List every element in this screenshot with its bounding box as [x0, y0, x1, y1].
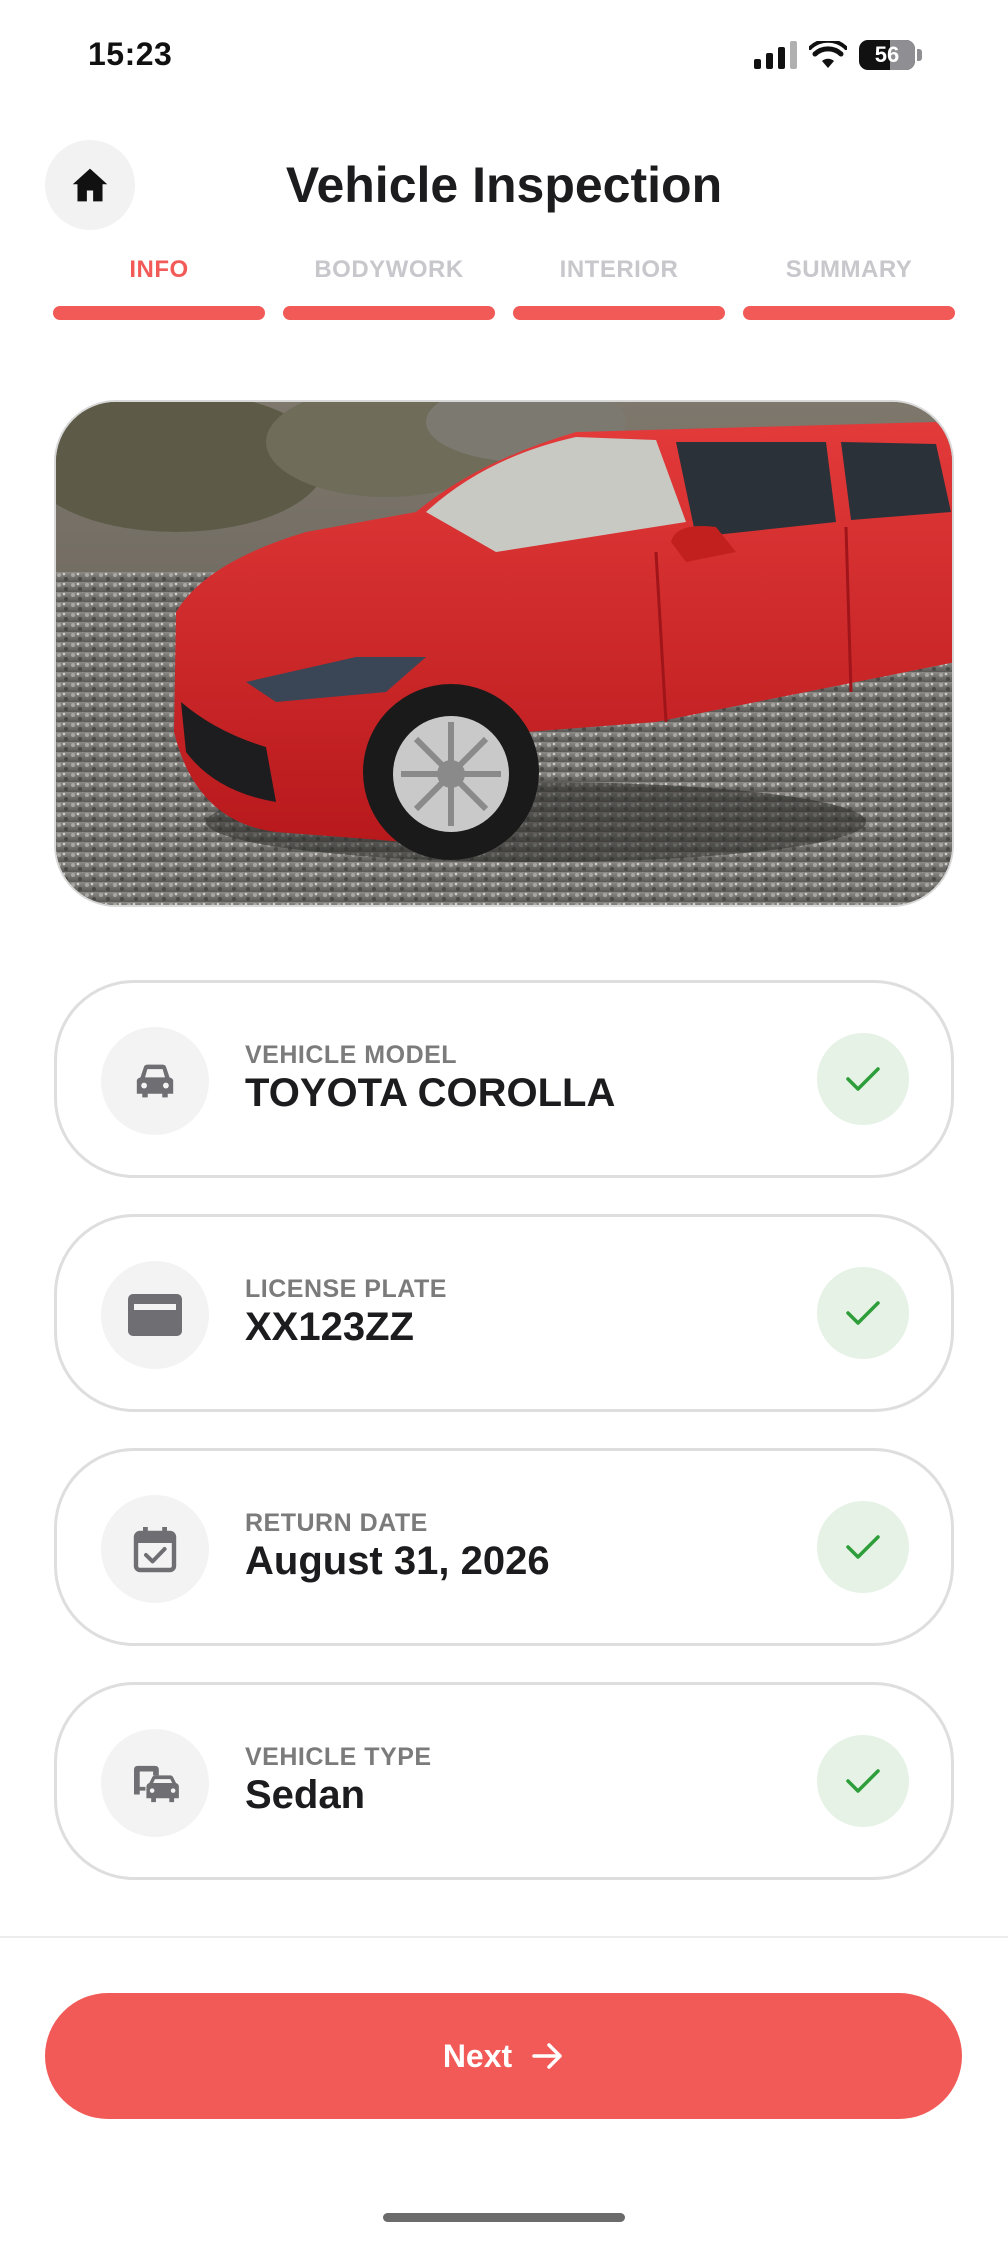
step-label: INFO	[129, 256, 189, 283]
page-title: Vehicle Inspection	[285, 157, 723, 213]
license-plate-card[interactable]: LICENSE PLATE XX123ZZ	[54, 1214, 954, 1412]
field-value: August 31, 2026	[245, 1539, 550, 1583]
home-indicator	[383, 2213, 625, 2222]
check-icon	[817, 1033, 909, 1125]
step-progress-bar	[743, 306, 955, 320]
wifi-icon	[809, 41, 847, 68]
car-type-icon	[101, 1729, 209, 1837]
footer-divider	[0, 1936, 1008, 1938]
field-label: RETURN DATE	[245, 1509, 428, 1537]
check-icon	[817, 1735, 909, 1827]
field-value: Sedan	[245, 1773, 366, 1817]
arrow-right-icon	[532, 2043, 562, 2069]
status-icons: 56	[754, 40, 922, 70]
step-tab-info[interactable]: INFO	[53, 250, 265, 320]
next-button-label: Next	[442, 2037, 513, 2074]
license-plate-icon	[101, 1261, 209, 1369]
check-icon	[817, 1267, 909, 1359]
signal-icon	[754, 41, 797, 69]
field-value: TOYOTA COROLLA	[245, 1071, 616, 1115]
vehicle-type-card[interactable]: VEHICLE TYPE Sedan	[54, 1682, 954, 1880]
field-label: VEHICLE TYPE	[245, 1743, 432, 1771]
step-progress-bar	[513, 306, 725, 320]
return-date-card[interactable]: RETURN DATE August 31, 2026	[54, 1448, 954, 1646]
vehicle-illustration	[56, 402, 952, 905]
step-label: SUMMARY	[785, 256, 913, 283]
check-icon	[817, 1501, 909, 1593]
step-tab-interior[interactable]: INTERIOR	[513, 250, 725, 320]
next-button[interactable]: Next	[45, 1993, 962, 2119]
step-progress-bar	[283, 306, 495, 320]
vehicle-model-card[interactable]: VEHICLE MODEL TOYOTA COROLLA	[54, 980, 954, 1178]
field-label: VEHICLE MODEL	[245, 1041, 458, 1069]
step-tab-summary[interactable]: SUMMARY	[743, 250, 955, 320]
status-time: 15:23	[88, 36, 173, 72]
step-progress-bar	[53, 306, 265, 320]
vehicle-photo	[54, 400, 954, 907]
battery-level: 56	[874, 42, 900, 67]
field-value: XX123ZZ	[245, 1305, 414, 1349]
step-tabs: INFO BODYWORK INTERIOR SUMMARY	[53, 250, 955, 320]
battery-icon: 56	[859, 40, 922, 70]
step-label: BODYWORK	[314, 256, 464, 283]
car-icon	[101, 1027, 209, 1135]
field-label: LICENSE PLATE	[245, 1275, 447, 1303]
step-tab-bodywork[interactable]: BODYWORK	[283, 250, 495, 320]
status-bar: 15:23 56	[0, 0, 1008, 112]
step-label: INTERIOR	[559, 256, 679, 283]
calendar-check-icon	[101, 1495, 209, 1603]
